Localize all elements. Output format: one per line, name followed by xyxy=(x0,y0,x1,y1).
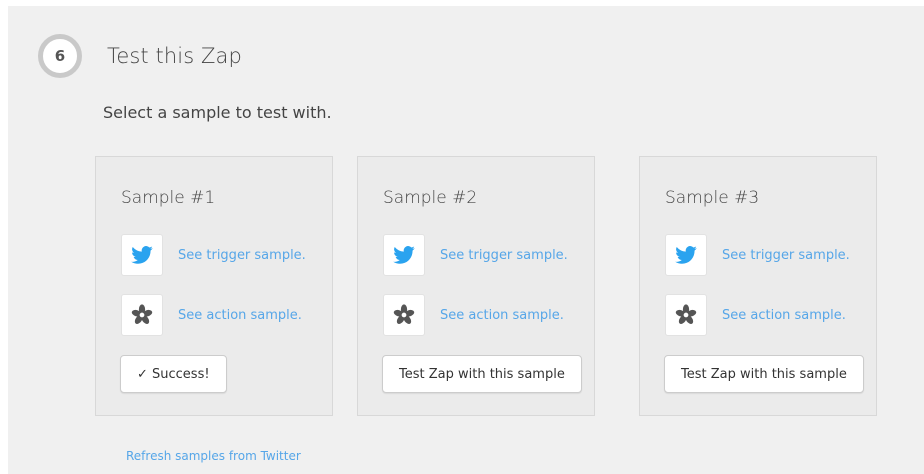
sample-title: Sample #3 xyxy=(665,188,760,208)
sample-title: Sample #1 xyxy=(121,188,216,208)
adafruit-flower-icon xyxy=(383,294,425,336)
see-action-sample-link[interactable]: See action sample. xyxy=(440,308,564,323)
twitter-icon xyxy=(121,234,163,276)
action-sample-row: See action sample. xyxy=(665,294,846,336)
twitter-icon xyxy=(383,234,425,276)
step-number-badge: 6 xyxy=(38,34,82,78)
step-number: 6 xyxy=(54,47,66,65)
step-title: Test this Zap xyxy=(107,44,242,68)
sample-title: Sample #2 xyxy=(383,188,478,208)
see-trigger-sample-link[interactable]: See trigger sample. xyxy=(722,248,850,263)
test-zap-panel: 6 Test this Zap Select a sample to test … xyxy=(8,6,924,474)
see-trigger-sample-link[interactable]: See trigger sample. xyxy=(440,248,568,263)
subtitle: Select a sample to test with. xyxy=(103,103,332,122)
twitter-icon xyxy=(665,234,707,276)
test-zap-button[interactable]: Test Zap with this sample xyxy=(382,355,582,393)
sample-card-2: Sample #2 See trigger sample. See action… xyxy=(357,156,595,416)
sample-card-3: Sample #3 See trigger sample. See action… xyxy=(639,156,877,416)
action-sample-row: See action sample. xyxy=(121,294,302,336)
success-button[interactable]: ✓ Success! xyxy=(120,355,227,393)
refresh-samples-link[interactable]: Refresh samples from Twitter xyxy=(126,449,301,463)
see-trigger-sample-link[interactable]: See trigger sample. xyxy=(178,248,306,263)
adafruit-flower-icon xyxy=(121,294,163,336)
see-action-sample-link[interactable]: See action sample. xyxy=(722,308,846,323)
see-action-sample-link[interactable]: See action sample. xyxy=(178,308,302,323)
adafruit-flower-icon xyxy=(665,294,707,336)
trigger-sample-row: See trigger sample. xyxy=(121,234,306,276)
trigger-sample-row: See trigger sample. xyxy=(665,234,850,276)
sample-card-1: Sample #1 See trigger sample. See action… xyxy=(95,156,333,416)
test-zap-button[interactable]: Test Zap with this sample xyxy=(664,355,864,393)
action-sample-row: See action sample. xyxy=(383,294,564,336)
trigger-sample-row: See trigger sample. xyxy=(383,234,568,276)
